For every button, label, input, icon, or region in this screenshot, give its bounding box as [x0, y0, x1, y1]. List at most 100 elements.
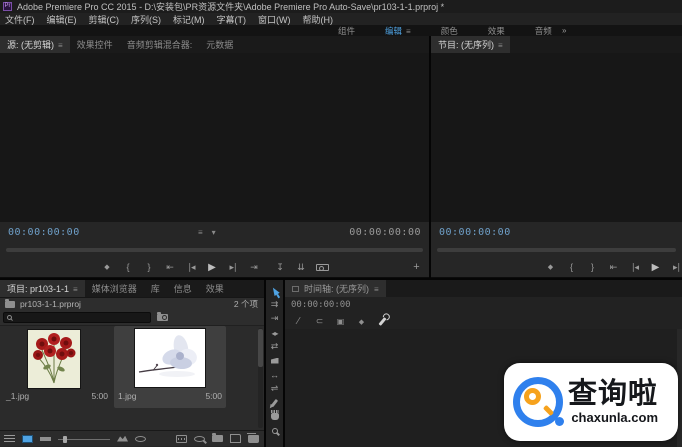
panel-tab[interactable]: 效果: [199, 280, 231, 297]
add-marker[interactable]: [544, 257, 557, 277]
project-item[interactable]: 1.jpg 5:00: [114, 326, 226, 408]
panel-tab[interactable]: 时间轴: (无序列): [285, 280, 386, 297]
go-to-in[interactable]: [607, 257, 620, 277]
find[interactable]: [194, 436, 205, 442]
project-panel: 项目: pr103-1-1 媒体浏览器 库 信息: [0, 280, 264, 447]
source-info-row: 00:00:00:00 00:00:00:00: [0, 222, 429, 243]
panel-tab[interactable]: 音频剪辑混合器:: [120, 36, 200, 53]
snap: [316, 316, 324, 327]
zoom-in[interactable]: [117, 436, 128, 442]
menu-item[interactable]: 窗口(W): [258, 13, 291, 26]
overwrite[interactable]: [295, 257, 308, 277]
panel-box-icon: [292, 286, 299, 292]
add-marker: [359, 316, 364, 326]
workspace-tab[interactable]: 编辑: [385, 25, 411, 37]
mark-out[interactable]: [143, 257, 156, 277]
panel-tab[interactable]: 库: [144, 280, 167, 297]
zoom-scrollbar-thumb[interactable]: [437, 248, 676, 252]
search-box[interactable]: [3, 312, 151, 323]
workspace-tab[interactable]: 颜色: [441, 25, 458, 37]
go-to-out[interactable]: [248, 257, 261, 277]
icon-view[interactable]: [22, 435, 33, 443]
fit-dropdown-icon[interactable]: [212, 228, 216, 237]
project-scrollbar[interactable]: [258, 328, 263, 428]
menu-item[interactable]: 标记(M): [173, 13, 205, 26]
mark-out[interactable]: [586, 257, 599, 277]
panel-menu-icon[interactable]: [406, 26, 411, 36]
source-tab-bar: 源: (无剪辑) 效果控件 音频剪辑混合器: 元数据: [0, 36, 429, 53]
panel-tab[interactable]: 项目: pr103-1-1: [0, 280, 85, 297]
workspace-tab[interactable]: 音频: [535, 25, 552, 37]
panel-tab[interactable]: 媒体浏览器: [85, 280, 144, 297]
panel-tab-label: 元数据: [206, 38, 233, 51]
panel-tab[interactable]: 元数据: [199, 36, 240, 53]
menu-item[interactable]: 字幕(T): [217, 13, 247, 26]
playback-resolution-dropdown-icon[interactable]: [198, 228, 203, 237]
panel-menu-icon[interactable]: [73, 284, 78, 294]
go-to-in[interactable]: [164, 257, 177, 277]
panel-menu-icon[interactable]: [58, 40, 63, 50]
zoom-scrollbar-thumb[interactable]: [6, 248, 423, 252]
mark-in[interactable]: [122, 257, 135, 277]
panel-tab[interactable]: 信息: [167, 280, 199, 297]
clip-thumbnail[interactable]: [28, 330, 80, 388]
menu-item[interactable]: 编辑(E): [47, 13, 77, 26]
new-item[interactable]: [230, 434, 241, 443]
play[interactable]: [206, 257, 219, 277]
menu-item[interactable]: 文件(F): [5, 13, 35, 26]
workspace-tab[interactable]: 组件: [338, 25, 355, 37]
clear[interactable]: [248, 435, 259, 443]
project-scrollbar-thumb[interactable]: [258, 329, 263, 367]
mark-in[interactable]: [565, 257, 578, 277]
program-info-row: 00:00:00:00: [431, 222, 682, 243]
menu-item[interactable]: 帮助(H): [303, 13, 334, 26]
menu-item[interactable]: 剪辑(C): [89, 13, 120, 26]
panel-menu-icon[interactable]: [374, 284, 379, 294]
new-bin[interactable]: [212, 435, 223, 442]
step-forward[interactable]: [670, 257, 682, 277]
menu-item[interactable]: 序列(S): [131, 13, 161, 26]
chaxunla-watermark: 查询啦 chaxunla.com: [504, 363, 678, 441]
step-back[interactable]: [185, 257, 198, 277]
insert[interactable]: [274, 257, 287, 277]
slip-tool: [270, 370, 279, 380]
automate-to-sequence[interactable]: [176, 435, 187, 443]
track-select-forward-tool: [271, 299, 279, 310]
add-marker[interactable]: [101, 257, 114, 277]
panel-tab[interactable]: 效果控件: [70, 36, 120, 53]
list-view[interactable]: [4, 435, 15, 442]
rolling-edit-tool: [271, 328, 277, 338]
panel-tab-label: 时间轴: (无序列): [304, 282, 369, 295]
step-back[interactable]: [628, 257, 641, 277]
workspace-tab[interactable]: 效果: [488, 25, 505, 37]
project-breadcrumb-row: pr103-1-1.prproj 2 个项: [0, 297, 264, 310]
zoom-out[interactable]: [40, 437, 51, 441]
panel-tab[interactable]: 源: (无剪辑): [0, 36, 70, 53]
export-frame[interactable]: [316, 264, 329, 271]
panel-menu-icon[interactable]: [498, 40, 503, 50]
search-input[interactable]: [12, 313, 150, 322]
project-folder-icon: [5, 301, 15, 308]
breadcrumb[interactable]: pr103-1-1.prproj: [20, 299, 81, 309]
zoom-slider[interactable]: [58, 434, 110, 444]
project-item[interactable]: _1.jpg 5:00: [2, 328, 112, 408]
source-duration-timecode: 00:00:00:00: [349, 227, 421, 238]
workspace-overflow-chevron[interactable]: »: [562, 25, 566, 36]
timeline-settings: [378, 317, 386, 326]
new-search-bin-button[interactable]: [157, 314, 168, 321]
program-position-timecode: 00:00:00:00: [439, 227, 511, 238]
workspace-tab-label: 编辑: [385, 25, 402, 37]
chaxunla-logo-icon: [513, 377, 563, 427]
sort-icons[interactable]: [135, 436, 146, 442]
program-tab-bar: 节目: (无序列): [431, 36, 682, 53]
button-editor-plus-button[interactable]: [410, 257, 423, 277]
step-forward[interactable]: [227, 257, 240, 277]
source-zoom-scrollbar[interactable]: [0, 243, 429, 257]
clip-thumbnail[interactable]: [135, 329, 205, 387]
play[interactable]: [649, 257, 662, 277]
workspace-tab-label: 效果: [488, 25, 505, 37]
nest-toggle: [298, 316, 300, 327]
program-zoom-scrollbar[interactable]: [431, 243, 682, 257]
program-monitor-panel: 节目: (无序列) 00:00:00:00: [431, 36, 682, 278]
panel-tab[interactable]: 节目: (无序列): [431, 36, 510, 53]
